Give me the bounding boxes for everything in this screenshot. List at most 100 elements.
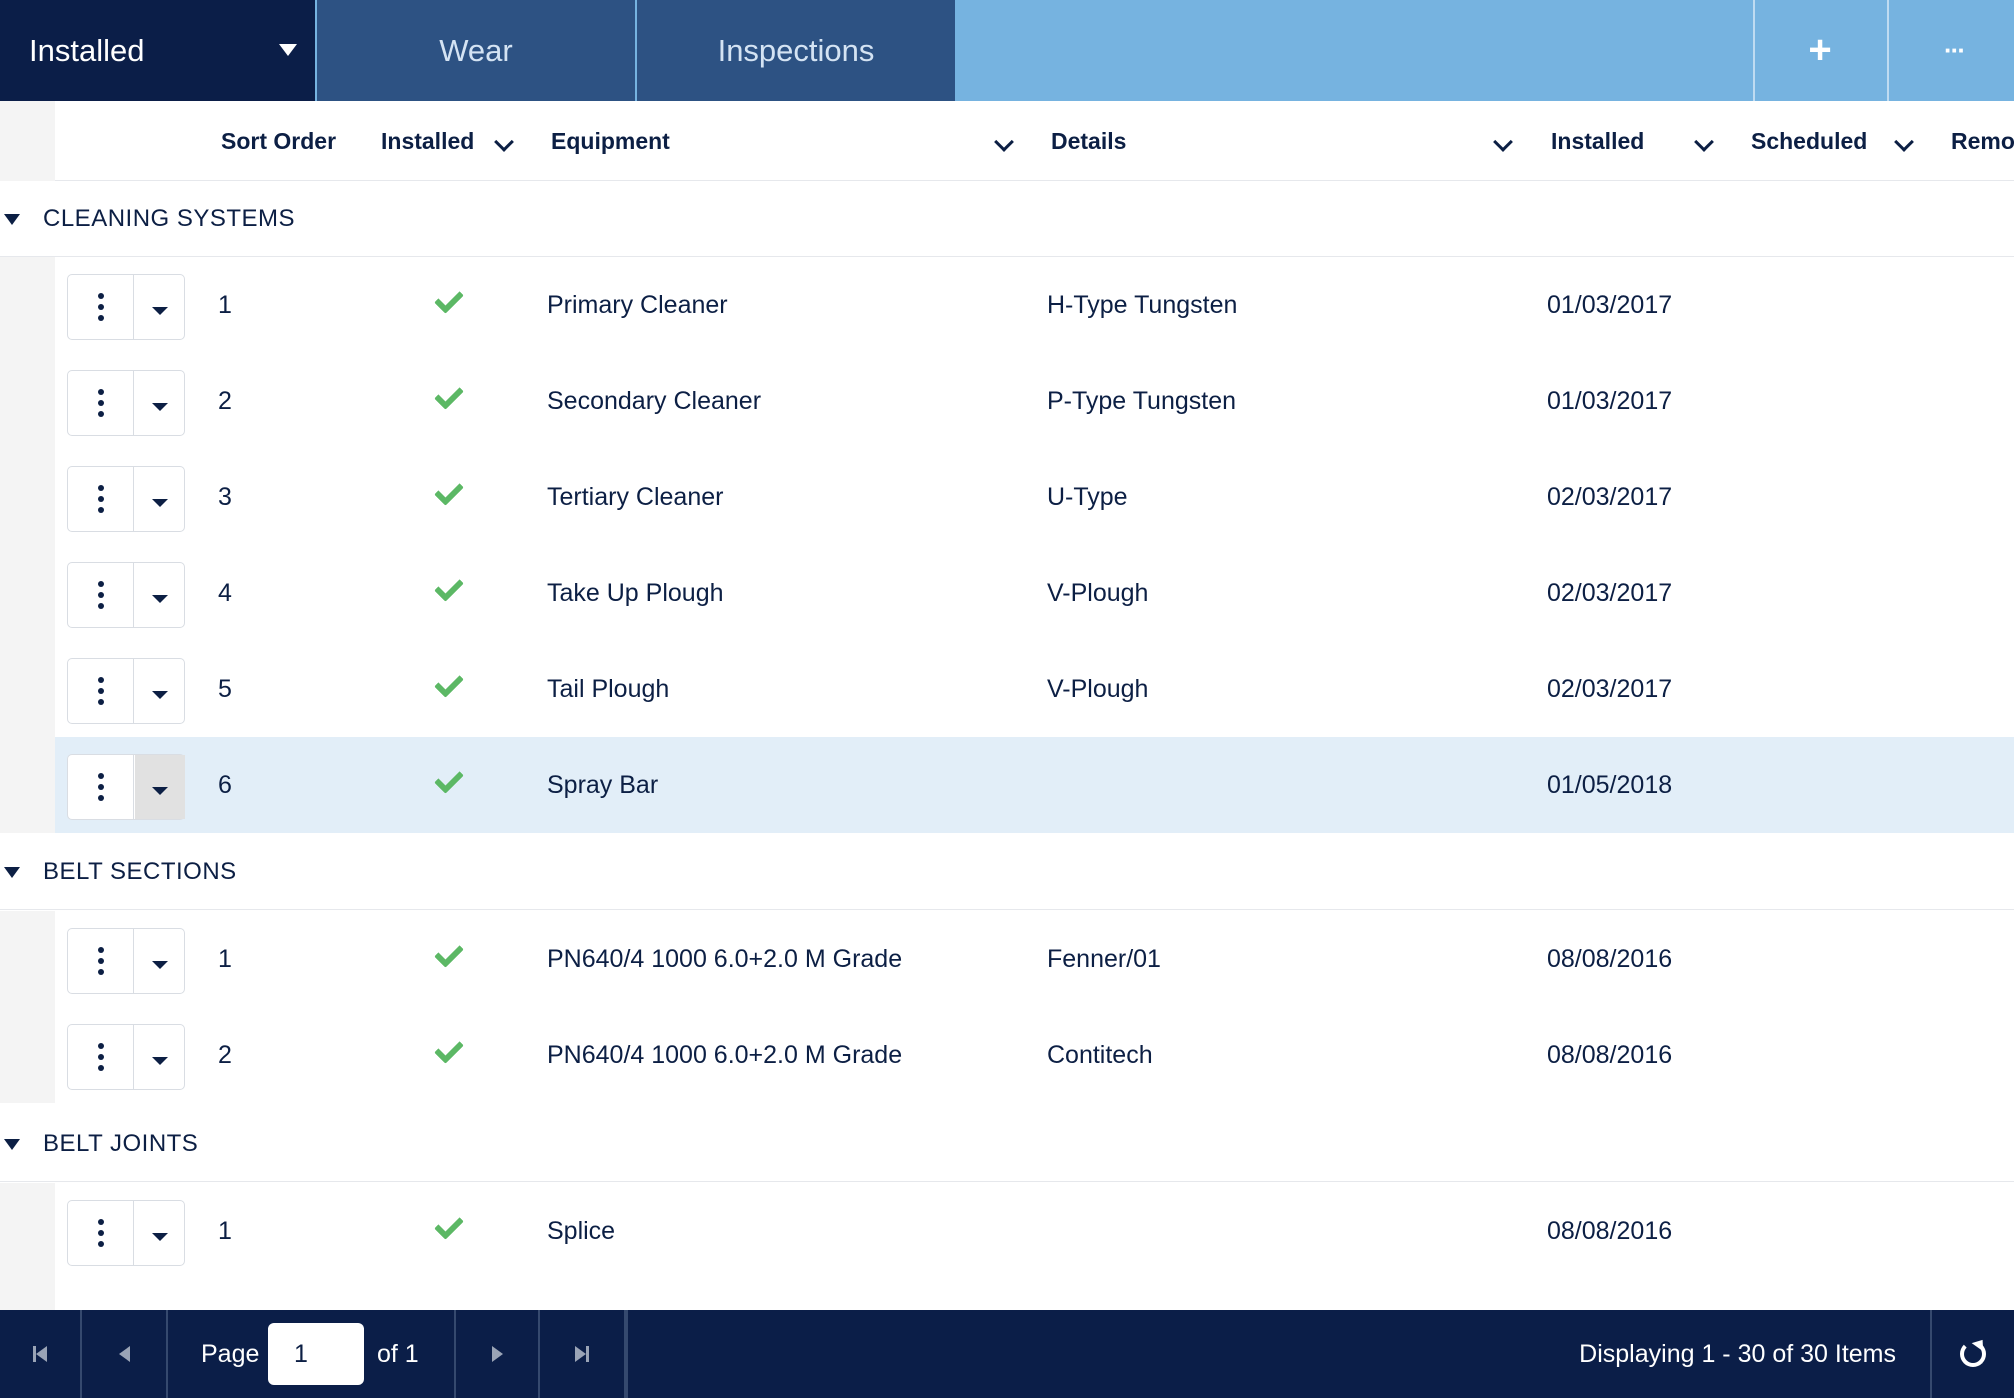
checkmark-icon xyxy=(434,764,464,794)
kebab-menu-icon[interactable] xyxy=(68,929,134,993)
row-gutter xyxy=(0,911,55,1103)
column-header-equipment[interactable]: Equipment xyxy=(551,101,670,181)
collapse-triangle-icon[interactable] xyxy=(4,214,20,225)
chevron-down-icon[interactable] xyxy=(1694,132,1714,152)
collapse-triangle-icon[interactable] xyxy=(4,867,20,878)
row-dropdown-button[interactable] xyxy=(135,275,185,339)
refresh-button[interactable] xyxy=(1930,1310,2014,1398)
table-row[interactable]: 5 Tail Plough V-Plough 02/03/2017 xyxy=(55,641,2014,737)
row-dropdown-button[interactable] xyxy=(135,929,185,993)
row-dropdown-button[interactable] xyxy=(135,371,185,435)
cell-installed-date: 02/03/2017 xyxy=(1547,482,1673,511)
collapse-triangle-icon[interactable] xyxy=(4,1139,20,1150)
column-header-removed[interactable]: Remo xyxy=(1951,101,2014,181)
cell-details: Contitech xyxy=(1047,1040,1153,1069)
column-header-details[interactable]: Details xyxy=(1051,101,1126,181)
refresh-icon xyxy=(1960,1341,1986,1367)
cell-installed-date: 02/03/2017 xyxy=(1547,674,1673,703)
kebab-menu-icon[interactable] xyxy=(68,1025,134,1089)
cell-details: P-Type Tungsten xyxy=(1047,386,1237,415)
page-number-input[interactable] xyxy=(268,1323,364,1385)
table-row-selected[interactable]: 6 Spray Bar 01/05/2018 xyxy=(55,737,2014,833)
kebab-menu-icon[interactable] xyxy=(68,1201,134,1265)
group-title: BELT JOINTS xyxy=(43,1129,199,1157)
page-count: of 1 xyxy=(377,1339,419,1368)
kebab-menu-icon[interactable] xyxy=(68,563,134,627)
group-header-belt-sections[interactable]: BELT SECTIONS xyxy=(0,834,2014,910)
row-dropdown-button[interactable] xyxy=(135,1201,185,1265)
cell-installed-date: 01/03/2017 xyxy=(1547,386,1673,415)
last-page-button[interactable] xyxy=(540,1310,626,1398)
tab-wear[interactable]: Wear xyxy=(317,0,635,101)
table-row[interactable]: 1 Primary Cleaner H-Type Tungsten 01/03/… xyxy=(55,257,2014,353)
kebab-menu-icon[interactable] xyxy=(68,467,134,531)
chevron-down-icon[interactable] xyxy=(1894,132,1914,152)
checkmark-icon xyxy=(434,380,464,410)
first-page-button[interactable] xyxy=(0,1310,82,1398)
cell-equipment: Secondary Cleaner xyxy=(547,386,762,415)
column-header-installed-date[interactable]: Installed xyxy=(1551,101,1644,181)
cell-equipment: PN640/4 1000 6.0+2.0 M Grade xyxy=(547,944,903,973)
cell-sort-order: 6 xyxy=(218,770,232,799)
view-selector-dropdown[interactable]: Installed xyxy=(0,0,315,101)
column-header-scheduled[interactable]: Scheduled xyxy=(1751,101,1867,181)
row-actions xyxy=(67,274,185,340)
kebab-menu-icon[interactable] xyxy=(68,755,134,819)
grid-header: Sort Order Installed Equipment Details I… xyxy=(0,101,2014,181)
chevron-down-icon[interactable] xyxy=(494,132,514,152)
caret-down-icon xyxy=(152,595,168,603)
group-title: BELT SECTIONS xyxy=(43,857,237,885)
chevron-down-icon[interactable] xyxy=(1493,132,1513,152)
row-dropdown-button[interactable] xyxy=(135,1025,185,1089)
row-actions xyxy=(67,562,185,628)
items-count-text: Displaying 1 - 30 of 30 Items xyxy=(1579,1339,1896,1368)
row-dropdown-button[interactable] xyxy=(135,755,185,819)
cell-details: H-Type Tungsten xyxy=(1047,290,1238,319)
table-row[interactable]: 2 PN640/4 1000 6.0+2.0 M Grade Contitech… xyxy=(55,1007,2014,1103)
cell-equipment: PN640/4 1000 6.0+2.0 M Grade xyxy=(547,1040,903,1069)
cell-installed-date: 02/03/2017 xyxy=(1547,578,1673,607)
kebab-menu-icon[interactable] xyxy=(68,275,134,339)
column-header-sort-order[interactable]: Sort Order xyxy=(221,101,336,181)
last-page-icon xyxy=(575,1346,589,1362)
cell-installed-date: 08/08/2016 xyxy=(1547,944,1673,973)
row-actions xyxy=(67,1024,185,1090)
cell-equipment: Spray Bar xyxy=(547,770,659,799)
cell-sort-order: 1 xyxy=(218,1216,232,1245)
table-row[interactable]: 1 Splice 08/08/2016 xyxy=(55,1183,2014,1279)
previous-page-button[interactable] xyxy=(82,1310,168,1398)
next-page-button[interactable] xyxy=(454,1310,540,1398)
column-header-installed-flag[interactable]: Installed xyxy=(381,101,474,181)
chevron-down-icon[interactable] xyxy=(994,132,1014,152)
cell-equipment: Take Up Plough xyxy=(547,578,724,607)
row-dropdown-button[interactable] xyxy=(135,563,185,627)
cell-sort-order: 1 xyxy=(218,290,232,319)
row-actions xyxy=(67,658,185,724)
group-title: CLEANING SYSTEMS xyxy=(43,204,296,232)
cell-details: U-Type xyxy=(1047,482,1128,511)
cell-sort-order: 3 xyxy=(218,482,232,511)
add-button[interactable]: + xyxy=(1753,0,1885,101)
row-dropdown-button[interactable] xyxy=(135,467,185,531)
cell-details: V-Plough xyxy=(1047,674,1149,703)
page-label: Page xyxy=(201,1339,260,1368)
row-dropdown-button[interactable] xyxy=(135,659,185,723)
kebab-menu-icon[interactable] xyxy=(68,659,134,723)
group-header-cleaning-systems[interactable]: CLEANING SYSTEMS xyxy=(0,181,2014,257)
kebab-menu-icon[interactable] xyxy=(68,371,134,435)
table-row[interactable]: 3 Tertiary Cleaner U-Type 02/03/2017 xyxy=(55,449,2014,545)
pager-divider xyxy=(626,1310,628,1398)
pager-footer: Page of 1 Displaying 1 - 30 of 30 Items xyxy=(0,1310,2014,1398)
table-row[interactable]: 1 PN640/4 1000 6.0+2.0 M Grade Fenner/01… xyxy=(55,911,2014,1007)
cell-equipment: Tail Plough xyxy=(547,674,670,703)
checkmark-icon xyxy=(434,284,464,314)
tab-inspections[interactable]: Inspections xyxy=(637,0,955,101)
ellipsis-icon: ··· xyxy=(1944,35,1966,65)
top-toolbar: Installed Wear Inspections + ··· xyxy=(0,0,2014,101)
table-row[interactable]: 2 Secondary Cleaner P-Type Tungsten 01/0… xyxy=(55,353,2014,449)
table-row[interactable]: 4 Take Up Plough V-Plough 02/03/2017 xyxy=(55,545,2014,641)
cell-sort-order: 4 xyxy=(218,578,232,607)
more-options-button[interactable]: ··· xyxy=(1887,0,2014,101)
group-header-belt-joints[interactable]: BELT JOINTS xyxy=(0,1106,2014,1182)
first-page-icon xyxy=(33,1346,47,1362)
